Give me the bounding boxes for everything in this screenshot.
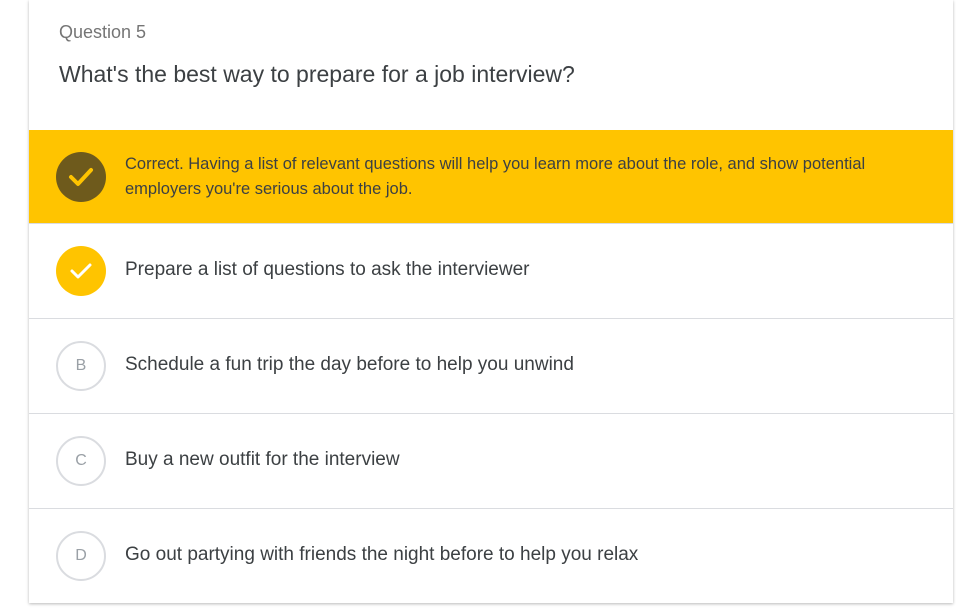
option-letter-badge[interactable]: C <box>56 436 106 486</box>
option-letter-badge[interactable]: D <box>56 531 106 581</box>
answer-option-c[interactable]: C Buy a new outfit for the interview <box>29 413 953 508</box>
option-text: Schedule a fun trip the day before to he… <box>125 354 574 375</box>
answer-option-a[interactable]: Prepare a list of questions to ask the i… <box>29 223 953 318</box>
question-number: Question 5 <box>59 22 147 42</box>
checkmark-icon <box>56 152 106 202</box>
option-letter-badge[interactable]: B <box>56 341 106 391</box>
option-text: Prepare a list of questions to ask the i… <box>125 259 530 280</box>
answer-option-d[interactable]: D Go out partying with friends the night… <box>29 508 953 603</box>
feedback-banner: Correct. Having a list of relevant quest… <box>29 130 953 223</box>
answer-option-b[interactable]: B Schedule a fun trip the day before to … <box>29 318 953 413</box>
question-card: Question 5 What's the best way to prepar… <box>29 0 953 603</box>
checkmark-icon[interactable] <box>56 246 106 296</box>
option-text: Go out partying with friends the night b… <box>125 544 639 565</box>
feedback-text: Correct. Having a list of relevant quest… <box>125 155 866 198</box>
question-text: What's the best way to prepare for a job… <box>59 61 575 87</box>
option-text: Buy a new outfit for the interview <box>125 449 400 470</box>
